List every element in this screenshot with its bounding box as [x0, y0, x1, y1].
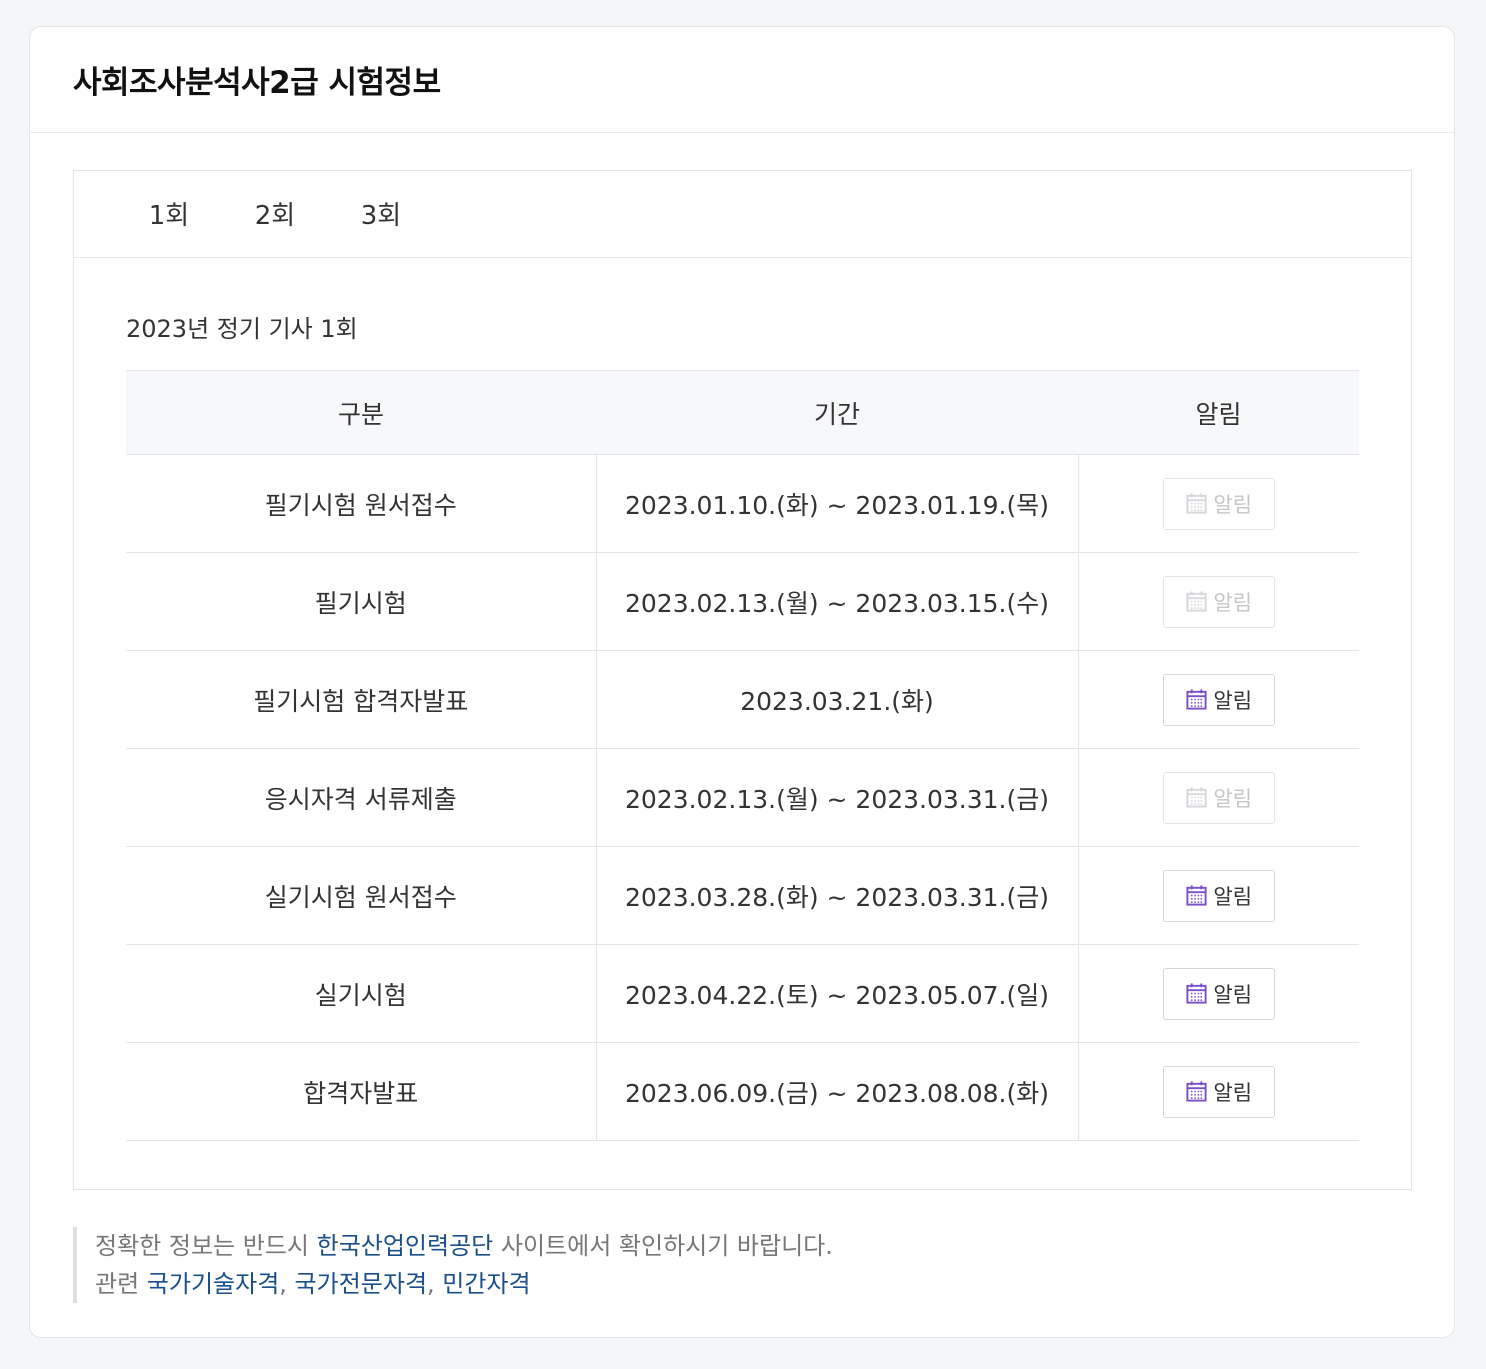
- calendar-icon: [1186, 787, 1207, 808]
- separator: ,: [279, 1270, 295, 1298]
- note-line-1: 정확한 정보는 반드시 한국산업인력공단 사이트에서 확인하시기 바랍니다.: [95, 1227, 833, 1265]
- row-alarm-cell: 알림: [1077, 944, 1359, 1043]
- alarm-button[interactable]: 알림: [1162, 575, 1275, 628]
- table-row: 필기시험 합격자발표 2023.03.21.(화) 알림: [126, 650, 1359, 749]
- calendar-icon: [1186, 983, 1207, 1004]
- tab-round-2[interactable]: 2회: [246, 195, 304, 257]
- alarm-button[interactable]: 알림: [1162, 771, 1275, 824]
- row-category: 합격자발표: [126, 1042, 596, 1141]
- note-text: 관련: [95, 1270, 147, 1298]
- alarm-label: 알림: [1213, 688, 1253, 713]
- alarm-label: 알림: [1213, 1080, 1253, 1105]
- note-line-2: 관련 국가기술자격, 국가전문자격, 민간자격: [95, 1265, 833, 1303]
- note-text: 사이트에서 확인하시기 바랍니다.: [493, 1232, 833, 1260]
- round-title: 2023년 정기 기사 1회: [126, 315, 358, 343]
- header-period: 기간: [596, 370, 1078, 455]
- row-alarm-cell: 알림: [1077, 650, 1359, 749]
- row-period: 2023.04.22.(토) ~ 2023.05.07.(일): [595, 944, 1078, 1043]
- row-alarm-cell: 알림: [1077, 1042, 1359, 1141]
- table-row: 필기시험 원서접수 2023.01.10.(화) ~ 2023.01.19.(목…: [126, 454, 1359, 553]
- hrdk-link[interactable]: 한국산업인력공단: [317, 1232, 494, 1260]
- row-alarm-cell: 알림: [1077, 748, 1359, 847]
- alarm-label: 알림: [1213, 982, 1253, 1007]
- row-period: 2023.02.13.(월) ~ 2023.03.31.(금): [595, 748, 1078, 847]
- row-period: 2023.02.13.(월) ~ 2023.03.15.(수): [595, 552, 1078, 651]
- national-professional-link[interactable]: 국가전문자격: [295, 1270, 427, 1298]
- row-alarm-cell: 알림: [1077, 846, 1359, 945]
- national-technical-link[interactable]: 국가기술자격: [147, 1270, 279, 1298]
- row-category: 실기시험 원서접수: [126, 846, 596, 945]
- table-row: 필기시험 2023.02.13.(월) ~ 2023.03.15.(수) 알림: [126, 552, 1359, 651]
- row-category: 필기시험 합격자발표: [126, 650, 596, 749]
- header-category: 구분: [126, 370, 596, 455]
- row-period: 2023.03.21.(화): [595, 650, 1078, 749]
- private-qualification-link[interactable]: 민간자격: [442, 1270, 530, 1298]
- exam-info-card: 사회조사분석사2급 시험정보 1회 2회 3회 2023년 정기 기사 1회 구…: [29, 26, 1455, 1338]
- table-row: 실기시험 2023.04.22.(토) ~ 2023.05.07.(일) 알림: [126, 944, 1359, 1043]
- page-title: 사회조사분석사2급 시험정보: [73, 65, 441, 101]
- note-text: 정확한 정보는 반드시: [95, 1232, 317, 1260]
- alarm-button[interactable]: 알림: [1162, 477, 1275, 530]
- calendar-icon: [1186, 885, 1207, 906]
- separator: ,: [427, 1270, 443, 1298]
- table-row: 실기시험 원서접수 2023.03.28.(화) ~ 2023.03.31.(금…: [126, 846, 1359, 945]
- alarm-label: 알림: [1213, 492, 1253, 517]
- info-note: 정확한 정보는 반드시 한국산업인력공단 사이트에서 확인하시기 바랍니다. 관…: [73, 1227, 833, 1303]
- alarm-label: 알림: [1213, 884, 1253, 909]
- schedule-table: 구분 기간 알림 필기시험 원서접수 2023.01.10.(화) ~ 2023…: [126, 370, 1359, 1141]
- row-category: 필기시험: [126, 552, 596, 651]
- tab-round-3[interactable]: 3회: [352, 195, 410, 257]
- row-category: 응시자격 서류제출: [126, 748, 596, 847]
- table-row: 합격자발표 2023.06.09.(금) ~ 2023.08.08.(화) 알림: [126, 1042, 1359, 1141]
- row-category: 필기시험 원서접수: [126, 454, 596, 553]
- alarm-label: 알림: [1213, 786, 1253, 811]
- alarm-button[interactable]: 알림: [1162, 1065, 1275, 1118]
- alarm-button[interactable]: 알림: [1162, 673, 1275, 726]
- header-alarm: 알림: [1078, 370, 1359, 455]
- alarm-button[interactable]: 알림: [1162, 869, 1275, 922]
- schedule-body: 필기시험 원서접수 2023.01.10.(화) ~ 2023.01.19.(목…: [126, 454, 1359, 1141]
- calendar-icon: [1186, 1081, 1207, 1102]
- round-tabs: 1회 2회 3회: [74, 171, 1411, 258]
- table-row: 응시자격 서류제출 2023.02.13.(월) ~ 2023.03.31.(금…: [126, 748, 1359, 847]
- schedule-panel: 1회 2회 3회 2023년 정기 기사 1회 구분 기간 알림 필기시험 원서…: [73, 170, 1412, 1190]
- tab-round-1[interactable]: 1회: [140, 195, 198, 257]
- row-period: 2023.06.09.(금) ~ 2023.08.08.(화): [595, 1042, 1078, 1141]
- alarm-label: 알림: [1213, 590, 1253, 615]
- table-header-row: 구분 기간 알림: [126, 370, 1359, 455]
- card-header: 사회조사분석사2급 시험정보: [30, 27, 1454, 133]
- row-period: 2023.01.10.(화) ~ 2023.01.19.(목): [595, 454, 1078, 553]
- alarm-button[interactable]: 알림: [1162, 967, 1275, 1020]
- calendar-icon: [1186, 591, 1207, 612]
- calendar-icon: [1186, 689, 1207, 710]
- row-period: 2023.03.28.(화) ~ 2023.03.31.(금): [595, 846, 1078, 945]
- row-alarm-cell: 알림: [1077, 454, 1359, 553]
- calendar-icon: [1186, 493, 1207, 514]
- row-category: 실기시험: [126, 944, 596, 1043]
- row-alarm-cell: 알림: [1077, 552, 1359, 651]
